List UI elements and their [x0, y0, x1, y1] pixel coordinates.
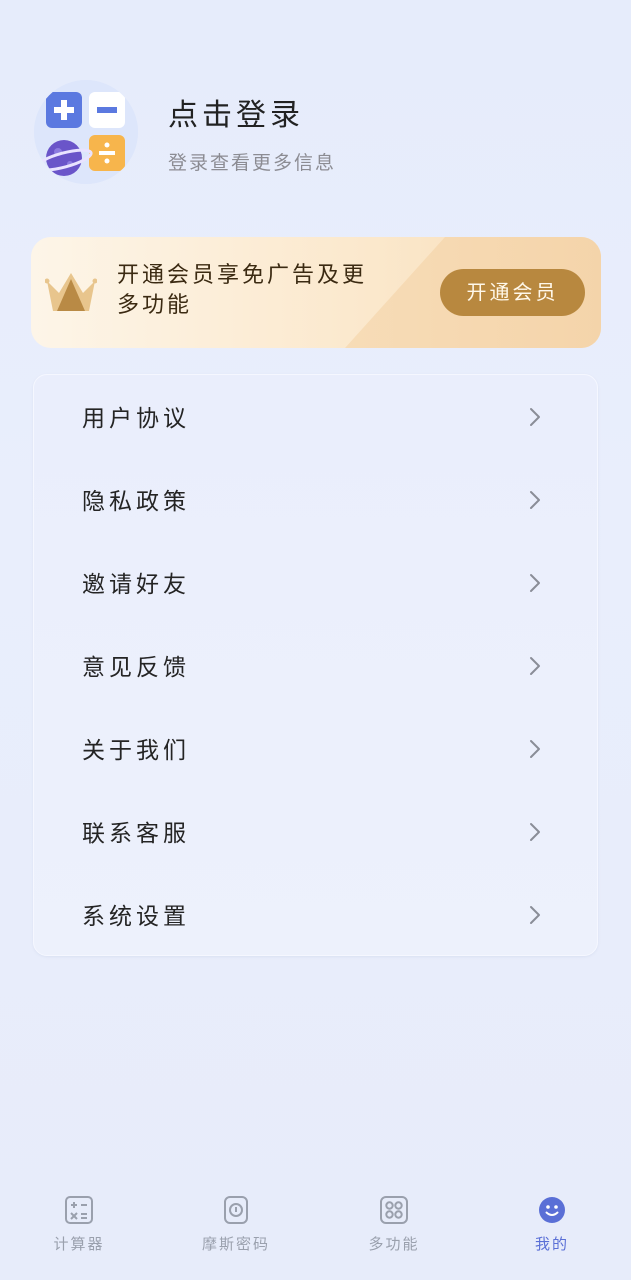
login-subtitle: 登录查看更多信息: [168, 152, 337, 174]
menu-item-label: 系统设置: [82, 904, 190, 930]
menu-item-label: 关于我们: [82, 738, 190, 764]
tab-label: 我的: [534, 1235, 569, 1253]
tab-calculator[interactable]: 计算器: [14, 1186, 144, 1256]
lock-icon: [224, 1196, 248, 1224]
grid-icon: [380, 1196, 408, 1224]
smiley-icon: [539, 1197, 565, 1223]
calculator-icon: [65, 1196, 93, 1224]
login-title[interactable]: 点击登录: [168, 90, 304, 134]
profile-header[interactable]: 点击登录 登录查看更多信息: [34, 80, 594, 184]
tab-multi-function[interactable]: 多功能: [329, 1186, 459, 1256]
chevron-right-icon: [530, 574, 540, 592]
crown-icon: [45, 273, 97, 311]
settings-menu: 用户协议 隐私政策 邀请好友 意见反馈 关于我们 联系客服 系统设置: [33, 374, 598, 956]
menu-item-contact-support[interactable]: 联系客服: [34, 790, 597, 873]
chevron-right-icon: [530, 657, 540, 675]
menu-item-invite-friends[interactable]: 邀请好友: [34, 541, 597, 624]
menu-item-label: 隐私政策: [82, 489, 190, 515]
menu-item-label: 用户协议: [82, 406, 190, 432]
menu-item-system-settings[interactable]: 系统设置: [34, 873, 597, 956]
tab-label: 多功能: [368, 1235, 420, 1253]
chevron-right-icon: [530, 408, 540, 426]
vip-promo-text: 开通会员享免广告及更多功能: [117, 263, 368, 318]
calculator-planet-avatar-icon: [34, 80, 138, 184]
vip-banner[interactable]: 开通会员享免广告及更多功能 开通会员: [31, 237, 601, 348]
chevron-right-icon: [530, 823, 540, 841]
open-vip-button[interactable]: 开通会员: [440, 269, 585, 316]
menu-item-label: 邀请好友: [82, 572, 190, 598]
menu-item-feedback[interactable]: 意见反馈: [34, 624, 597, 707]
tab-label: 摩斯密码: [201, 1235, 270, 1253]
menu-item-label: 意见反馈: [82, 655, 190, 681]
bottom-tab-bar: 计算器 摩斯密码 多功能 我的: [0, 1186, 631, 1280]
tab-label: 计算器: [53, 1235, 105, 1253]
tab-morse-code[interactable]: 摩斯密码: [171, 1186, 301, 1256]
menu-item-user-agreement[interactable]: 用户协议: [34, 375, 597, 458]
chevron-right-icon: [530, 906, 540, 924]
avatar[interactable]: [34, 80, 138, 184]
tab-mine[interactable]: 我的: [487, 1186, 617, 1256]
chevron-right-icon: [530, 740, 540, 758]
menu-item-privacy-policy[interactable]: 隐私政策: [34, 458, 597, 541]
menu-item-about-us[interactable]: 关于我们: [34, 707, 597, 790]
chevron-right-icon: [530, 491, 540, 509]
menu-item-label: 联系客服: [82, 821, 190, 847]
